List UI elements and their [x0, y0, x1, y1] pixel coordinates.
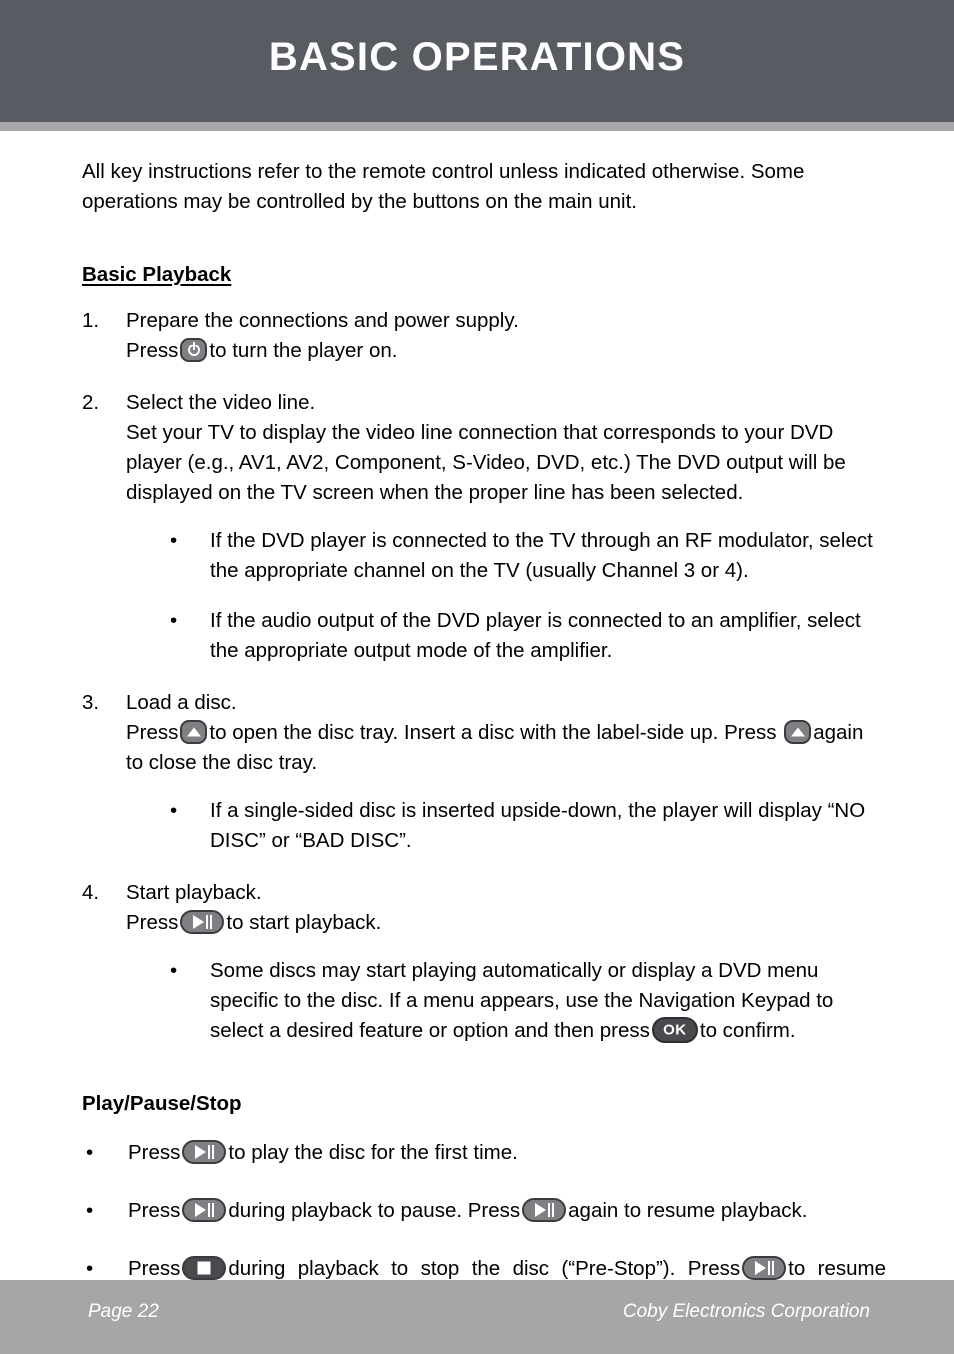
- bullet-marker: •: [170, 529, 178, 552]
- bullet-text-seg3: again to resume playback.: [568, 1199, 808, 1222]
- step-text-before-icon: Press: [126, 339, 179, 362]
- bullet-item: • Some discs may start playing automatic…: [168, 956, 886, 1046]
- basic-playback-steps: 1. Prepare the connections and power sup…: [82, 306, 886, 1046]
- step-number: 1.: [82, 309, 100, 332]
- play-pause-icon: [182, 1198, 227, 1222]
- step-number: 2.: [82, 391, 100, 414]
- step-number: 4.: [82, 881, 100, 904]
- bullet-text-seg2: to play the disc for the first time.: [228, 1141, 518, 1164]
- step-text-seg2: to open the disc tray. Insert a disc wit…: [209, 721, 777, 744]
- bullet-item: • If a single-sided disc is inserted ups…: [168, 796, 886, 856]
- step-text-seg2: to start playback.: [226, 911, 382, 934]
- bullet-marker: •: [86, 1199, 94, 1222]
- bullet-marker: •: [170, 959, 178, 982]
- bullet-text-seg2: to confirm.: [699, 1019, 796, 1042]
- step-title: Prepare the connections and power supply…: [126, 309, 519, 332]
- stop-icon: [182, 1256, 227, 1280]
- bullet-text-seg3: to: [788, 1257, 806, 1280]
- step-title: Load a disc.: [126, 691, 237, 714]
- step-text-seg1: Press: [126, 721, 179, 744]
- bullet-text: If the DVD player is connected to the TV…: [210, 529, 873, 582]
- step-press-line: Press to turn the player on.: [126, 336, 886, 366]
- step-item: 1. Prepare the connections and power sup…: [82, 306, 886, 366]
- bullet-marker: •: [170, 609, 178, 632]
- bullet-text: If a single-sided disc is inserted upsid…: [210, 799, 866, 852]
- step-text-seg1: Press: [126, 911, 179, 934]
- power-icon: [180, 338, 208, 362]
- bullet-marker: •: [170, 799, 178, 822]
- play-pause-icon: [180, 910, 225, 934]
- step-number: 3.: [82, 691, 100, 714]
- play-pause-icon: [522, 1198, 567, 1222]
- page-title: BASIC OPERATIONS: [268, 35, 686, 79]
- intro-paragraph: All key instructions refer to the remote…: [82, 160, 805, 213]
- section-heading-play-pause-stop: Play/Pause/Stop: [82, 1092, 242, 1115]
- play-pause-icon: [182, 1140, 227, 1164]
- page-footer-band: Page 22 Coby Electronics Corporation: [0, 1280, 954, 1354]
- bullet-text-seg1: Press: [128, 1199, 181, 1222]
- step-text-after-icon: to turn the player on.: [209, 339, 398, 362]
- bullet-text-seg2: during playback to pause. Press: [228, 1199, 521, 1222]
- page-content: All key instructions refer to the remote…: [0, 131, 954, 1342]
- footer-page-number: Page 22: [88, 1301, 159, 1322]
- page-header-band: BASIC OPERATIONS: [0, 0, 954, 122]
- step-3-bullets: • If a single-sided disc is inserted ups…: [168, 796, 886, 856]
- bullet-item: • If the audio output of the DVD player …: [168, 606, 886, 666]
- section-heading-basic-playback: Basic Playback: [82, 263, 232, 286]
- bullet-marker: •: [86, 1141, 94, 1164]
- step-2-bullets: • If the DVD player is connected to the …: [168, 526, 886, 666]
- footer-company-name: Coby Electronics Corporation: [622, 1301, 870, 1322]
- step-item: 4. Start playback. Press to start playbac…: [82, 878, 886, 1046]
- step-title: Select the video line.: [126, 391, 316, 414]
- bullet-item: • If the DVD player is connected to the …: [168, 526, 886, 586]
- step-press-line: Press to open the disc tray. Insert a dis…: [126, 718, 886, 778]
- bullet-text-seg2: during playback to stop the disc (“Pre-S…: [228, 1257, 741, 1280]
- bullet-text: If the audio output of the DVD player is…: [210, 609, 861, 662]
- ok-button-icon: OK: [651, 1017, 698, 1043]
- bullet-text-seg1: Press: [128, 1141, 181, 1164]
- bullet-item: • Press to play the disc for the first ti…: [82, 1138, 886, 1168]
- play-pause-icon: [742, 1256, 787, 1280]
- step-4-bullets: • Some discs may start playing automatic…: [168, 956, 886, 1046]
- ok-label: OK: [663, 1021, 687, 1039]
- step-title: Start playback.: [126, 881, 262, 904]
- bullet-item: • Press during playback to pause. Press ag…: [82, 1196, 886, 1226]
- step-item: 2. Select the video line. Set your TV to…: [82, 388, 886, 666]
- step-press-line: Press to start playback.: [126, 908, 886, 938]
- step-body: Set your TV to display the video line co…: [126, 421, 846, 504]
- header-divider-rule: [0, 122, 954, 131]
- step-item: 3. Load a disc. Press to open the disc tr…: [82, 688, 886, 856]
- eject-icon: [784, 720, 812, 744]
- eject-icon: [180, 720, 208, 744]
- bullet-text-seg1: Press: [128, 1257, 181, 1280]
